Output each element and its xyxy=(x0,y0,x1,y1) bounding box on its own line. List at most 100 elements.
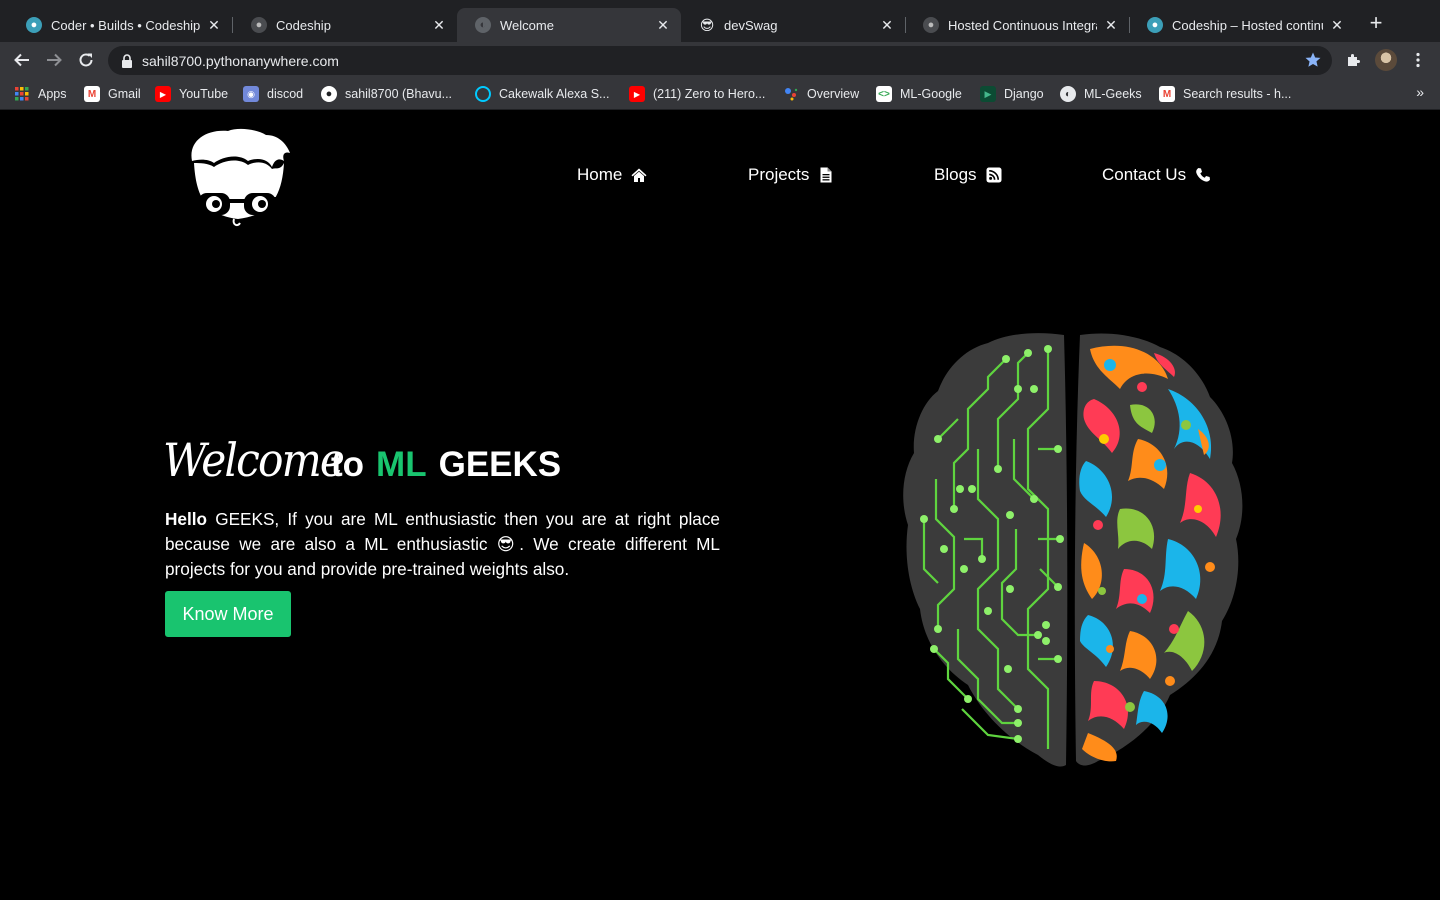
forward-button[interactable] xyxy=(42,48,66,72)
tab-title: Coder • Builds • Codeship xyxy=(51,17,200,33)
address-bar[interactable]: sahil8700.pythonanywhere.com xyxy=(108,46,1332,75)
file-icon xyxy=(820,167,832,183)
bookmark-django[interactable]: ▶ Django xyxy=(980,85,1044,103)
tab-codeship[interactable]: ● Codeship ✕ xyxy=(233,8,457,42)
bookmark-overview[interactable]: Overview xyxy=(783,85,859,103)
puzzle-icon xyxy=(1348,54,1360,66)
nav-blogs-label: Blogs xyxy=(934,165,977,184)
play-icon: ▶ xyxy=(980,86,996,102)
url-text[interactable]: sahil8700.pythonanywhere.com xyxy=(142,53,339,69)
discord-icon: ◉ xyxy=(243,86,259,102)
geek-face-logo-icon xyxy=(190,128,290,227)
codeship-dark-icon: ● xyxy=(923,17,939,33)
github-icon: ● xyxy=(321,86,337,102)
extensions-button[interactable] xyxy=(1342,48,1366,72)
tab-hosted-ci[interactable]: ● Hosted Continuous Integrati ✕ xyxy=(905,8,1129,42)
hero-ml: ML xyxy=(376,445,427,484)
close-icon[interactable]: ✕ xyxy=(655,17,671,34)
bookmark-search-results[interactable]: M Search results - h... xyxy=(1159,85,1291,103)
bookmark-ml-geeks[interactable]: ◐ ML-Geeks xyxy=(1060,85,1142,103)
arrow-left-icon xyxy=(14,53,29,67)
lock-icon[interactable] xyxy=(120,53,134,68)
bookmark-label: ML-Geeks xyxy=(1084,87,1142,101)
code-icon: <> xyxy=(876,86,892,102)
circuit-brain-icon xyxy=(903,333,1243,767)
back-button[interactable] xyxy=(10,48,34,72)
tab-title: Codeship xyxy=(276,17,331,33)
phone-icon xyxy=(1196,168,1211,182)
hero-welcome-script: Welcome xyxy=(163,433,345,487)
youtube-icon: ▶ xyxy=(155,86,171,102)
nav-home-label: Home xyxy=(577,165,623,184)
sunglasses-emoji-icon: 😎 xyxy=(699,16,715,33)
bookmark-label: ML-Google xyxy=(900,87,962,101)
browser-menu-button[interactable] xyxy=(1406,48,1430,72)
reload-icon xyxy=(79,53,93,67)
tab-welcome[interactable]: ◐ Welcome ✕ xyxy=(457,8,681,42)
browser-toolbar: sahil8700.pythonanywhere.com xyxy=(0,42,1440,78)
hero-hello: Hello xyxy=(165,509,208,529)
bookmark-label: Apps xyxy=(38,87,67,101)
bookmark-label: sahil8700 (Bhavu... xyxy=(345,87,453,101)
bookmark-zero-to-hero[interactable]: ▶ (211) Zero to Hero... xyxy=(629,85,765,103)
bookmark-star-icon[interactable] xyxy=(1304,51,1322,69)
bookmarks-bar: Apps M Gmail ▶ YouTube ◉ discod ● sahil8… xyxy=(0,78,1440,110)
youtube-icon: ▶ xyxy=(629,86,645,102)
bookmark-github[interactable]: ● sahil8700 (Bhavu... xyxy=(321,85,452,103)
more-vertical-icon xyxy=(1416,52,1420,68)
tab-title: Welcome xyxy=(500,17,554,33)
tab-codeship-hosted[interactable]: ● Codeship – Hosted continuo ✕ xyxy=(1129,8,1355,42)
close-icon[interactable]: ✕ xyxy=(1329,17,1345,34)
codeship-icon: ● xyxy=(26,17,42,33)
apps-grid-icon xyxy=(14,86,30,102)
nav-contact[interactable]: Contact Us xyxy=(1102,161,1211,189)
reload-button[interactable] xyxy=(74,48,98,72)
tab-strip: ● Coder • Builds • Codeship ✕ ● Codeship… xyxy=(0,0,1440,42)
nav-contact-label: Contact Us xyxy=(1102,165,1187,184)
bookmark-label: Cakewalk Alexa S... xyxy=(499,87,610,101)
new-tab-button[interactable]: + xyxy=(1366,12,1386,34)
gmail-icon: M xyxy=(84,86,100,102)
arrow-right-icon xyxy=(47,53,62,67)
globe-icon: ◐ xyxy=(1060,86,1076,102)
nav-blogs[interactable]: Blogs xyxy=(934,161,1002,189)
hero-description: Hello GEEKS, If you are ML enthusiastic … xyxy=(165,507,720,582)
bookmark-apps[interactable]: Apps xyxy=(14,85,67,103)
tab-title: Hosted Continuous Integrati xyxy=(948,17,1097,33)
tab-title: Codeship – Hosted continuo xyxy=(1172,17,1323,33)
close-icon[interactable]: ✕ xyxy=(206,17,222,34)
nav-projects-label: Projects xyxy=(748,165,810,184)
close-icon[interactable]: ✕ xyxy=(879,17,895,34)
tab-codeship-builds[interactable]: ● Coder • Builds • Codeship ✕ xyxy=(8,8,232,42)
tab-devswag[interactable]: 😎 devSwag ✕ xyxy=(681,8,905,42)
bookmark-alexa[interactable]: Cakewalk Alexa S... xyxy=(475,85,609,103)
bookmark-gmail[interactable]: M Gmail xyxy=(84,85,141,103)
hero-geeks: GEEKS xyxy=(438,445,562,484)
alexa-icon xyxy=(475,86,491,102)
google-assistant-icon xyxy=(783,86,799,102)
profile-avatar[interactable] xyxy=(1374,48,1398,72)
hero-heading: Welcome to ML GEEKS xyxy=(163,433,561,493)
bookmark-label: Django xyxy=(1004,87,1044,101)
bookmark-ml-google[interactable]: <> ML-Google xyxy=(876,85,962,103)
rss-icon xyxy=(986,167,1002,183)
bookmark-youtube[interactable]: ▶ YouTube xyxy=(155,85,228,103)
bookmark-label: (211) Zero to Hero... xyxy=(653,87,766,101)
tab-title: devSwag xyxy=(724,17,778,33)
site-logo[interactable] xyxy=(186,127,292,229)
bookmark-label: Search results - h... xyxy=(1183,87,1292,101)
codeship-icon: ● xyxy=(1147,17,1163,33)
close-icon[interactable]: ✕ xyxy=(431,17,447,34)
sunglasses-emoji-icon: 😎 xyxy=(496,534,520,554)
bookmarks-overflow-button[interactable]: » xyxy=(1416,84,1424,100)
codeship-dark-icon: ● xyxy=(251,17,267,33)
globe-icon: ◐ xyxy=(475,17,491,33)
nav-home[interactable]: Home xyxy=(577,161,647,189)
bookmark-label: Gmail xyxy=(108,87,141,101)
bookmark-discord[interactable]: ◉ discod xyxy=(243,85,303,103)
close-icon[interactable]: ✕ xyxy=(1103,17,1119,34)
bookmark-label: discod xyxy=(267,87,304,101)
nav-projects[interactable]: Projects xyxy=(748,161,834,189)
know-more-button[interactable]: Know More xyxy=(165,591,291,637)
home-icon xyxy=(631,168,647,182)
